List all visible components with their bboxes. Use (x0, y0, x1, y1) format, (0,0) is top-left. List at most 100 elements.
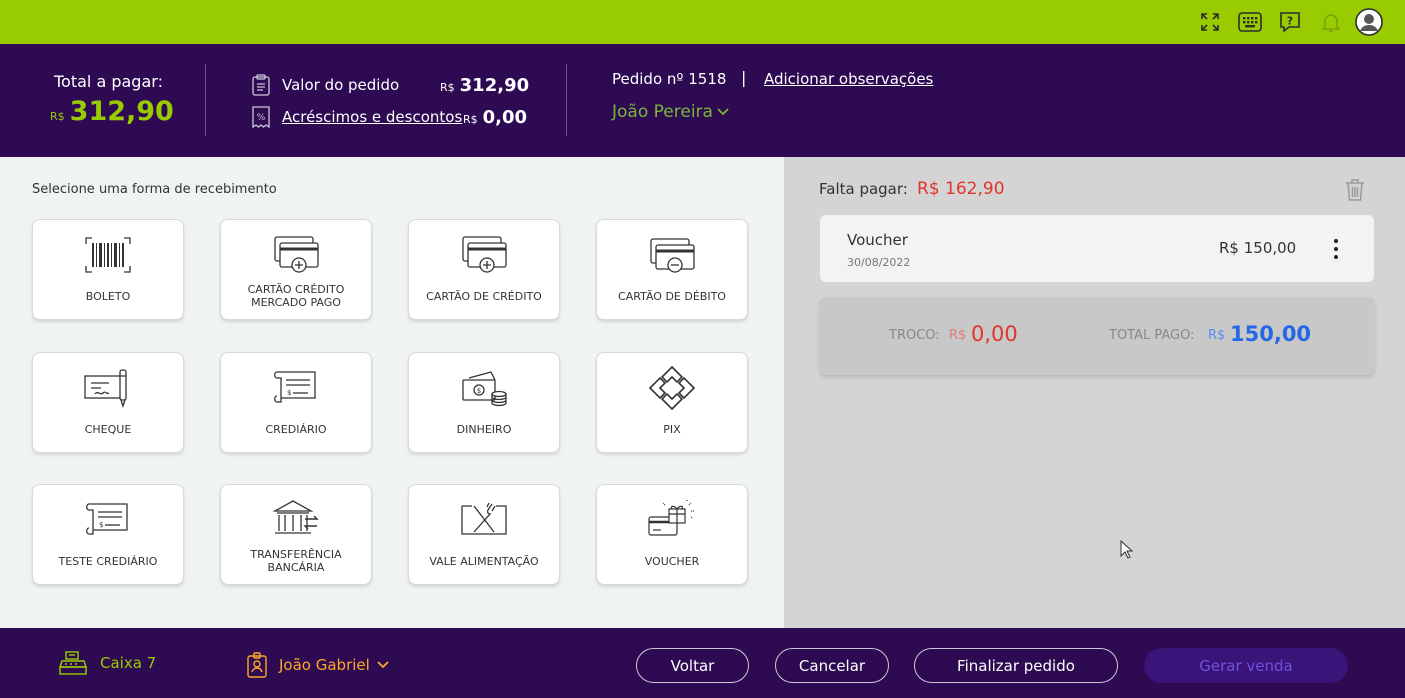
svg-text:$: $ (99, 521, 103, 529)
chevron-down-icon (717, 108, 729, 116)
payment-entry-date: 30/08/2022 (847, 256, 911, 269)
valor-pedido-value: R$ 312,90 (440, 75, 529, 96)
crediario-scroll-icon: $ (33, 497, 183, 543)
payment-method-label: CARTÃO DE CRÉDITO (426, 289, 542, 303)
chevron-down-icon (377, 661, 389, 669)
payment-method-pix[interactable]: PIX (596, 352, 748, 453)
finish-order-button[interactable]: Finalizar pedido (914, 648, 1118, 683)
payment-methods-panel: Selecione uma forma de recebimento BOLET… (0, 157, 784, 628)
valor-pedido-label: Valor do pedido (282, 76, 400, 94)
payment-method-label: CARTÃO DE DÉBITO (618, 289, 726, 303)
crediario-scroll-icon: $ (221, 365, 371, 411)
payment-method-cartao-de-debito[interactable]: CARTÃO DE DÉBITO (596, 219, 748, 320)
payment-entry-value: R$ 150,00 (1219, 239, 1297, 257)
operator-selector[interactable]: João Gabriel (247, 652, 389, 678)
client-name: João Pereira (612, 102, 713, 122)
total-paid-label: TOTAL PAGO: (1109, 328, 1195, 343)
total-label: Total a pagar: (54, 72, 163, 91)
remaining-label: Falta pagar: (819, 180, 908, 198)
acrescimos-currency: R$ (463, 113, 478, 126)
cash-coins-icon: $ (409, 365, 559, 411)
payment-entry-name: Voucher (847, 231, 908, 249)
kebab-menu-icon[interactable] (1332, 239, 1340, 259)
mouse-cursor-icon (1120, 539, 1134, 564)
acrescimos-descontos-link[interactable]: Acréscimos e descontos (282, 108, 462, 126)
valor-pedido-currency: R$ (440, 81, 455, 94)
remaining-value: R$ 162,90 (917, 179, 1005, 199)
payment-method-label: PIX (663, 422, 681, 436)
payment-methods-title: Selecione uma forma de recebimento (32, 182, 277, 197)
client-selector[interactable]: João Pereira (612, 102, 729, 122)
voucher-gift-icon (597, 497, 747, 543)
keypad-icon[interactable] (1238, 10, 1262, 34)
barcode-icon (33, 232, 183, 278)
credit-card-plus-icon (221, 232, 371, 278)
cancel-button[interactable]: Cancelar (775, 648, 889, 683)
total-paid-value: 150,00 (1230, 322, 1312, 346)
payment-method-voucher[interactable]: VOUCHER (596, 484, 748, 585)
total-currency: R$ (50, 110, 65, 123)
acrescimos-amount: 0,00 (482, 107, 528, 128)
valor-pedido-row: Valor do pedido (252, 74, 399, 96)
svg-text:$: $ (477, 387, 481, 395)
payment-method-vale-alimentacao[interactable]: VALE ALIMENTAÇÃO (408, 484, 560, 585)
payment-method-label: VALE ALIMENTAÇÃO (429, 554, 539, 568)
payment-summary-panel: Falta pagar: R$ 162,90 Voucher 30/08/202… (784, 157, 1405, 628)
change-currency: R$ (949, 328, 967, 343)
payment-method-label: VOUCHER (644, 554, 700, 568)
fullscreen-icon[interactable] (1198, 10, 1222, 34)
payment-method-label: CARTÃO CRÉDITO MERCADO PAGO (247, 283, 345, 309)
cash-register-icon (58, 650, 88, 676)
operator-name: João Gabriel (279, 656, 370, 674)
payment-method-teste-crediario[interactable]: $ TESTE CREDIÁRIO (32, 484, 184, 585)
payment-method-transferencia-bancaria[interactable]: TRANSFERÊNCIA BANCÁRIA (220, 484, 372, 585)
top-bar: ? (0, 0, 1405, 44)
payment-method-label: TRANSFERÊNCIA BANCÁRIA (250, 548, 342, 574)
bell-icon[interactable] (1319, 10, 1343, 34)
payment-method-label: CREDIÁRIO (265, 422, 327, 436)
svg-text:%: % (257, 113, 266, 123)
separator: | (741, 68, 747, 87)
id-badge-icon (247, 652, 267, 678)
payment-entry[interactable]: Voucher 30/08/2022 R$ 150,00 (820, 215, 1374, 282)
percent-ticket-icon: % (252, 106, 272, 128)
svg-text:?: ? (1287, 15, 1293, 28)
total-value: R$ 312,90 (50, 96, 174, 127)
divider (205, 64, 206, 136)
user-avatar-icon[interactable] (1355, 8, 1383, 36)
divider (566, 64, 567, 136)
payment-method-label: BOLETO (85, 289, 131, 303)
total-amount: 312,90 (69, 96, 174, 127)
cash-register-indicator: Caixa 7 (58, 650, 156, 676)
help-icon[interactable]: ? (1278, 10, 1302, 34)
order-number: Pedido nº 1518 (612, 70, 727, 88)
payment-totals: TROCO: R$ 0,00 TOTAL PAGO: R$ 150,00 (820, 297, 1374, 375)
pix-icon (597, 365, 747, 411)
svg-text:$: $ (287, 389, 291, 397)
debit-card-minus-icon (597, 232, 747, 278)
cheque-pen-icon (33, 365, 183, 411)
payment-method-dinheiro[interactable]: $ DINHEIRO (408, 352, 560, 453)
generate-sale-button[interactable]: Gerar venda (1144, 648, 1348, 683)
payment-method-crediario[interactable]: $ CREDIÁRIO (220, 352, 372, 453)
change-value: 0,00 (971, 322, 1018, 346)
payment-method-label: DINHEIRO (456, 422, 512, 436)
trash-icon[interactable] (1345, 178, 1365, 206)
payment-method-cartao-credito-mercado-pago[interactable]: CARTÃO CRÉDITO MERCADO PAGO (220, 219, 372, 320)
bank-transfer-icon (221, 497, 371, 543)
footer-bar: Caixa 7 João Gabriel Voltar Cancelar Fin… (0, 628, 1405, 698)
credit-card-plus-icon (409, 232, 559, 278)
payment-method-label: TESTE CREDIÁRIO (58, 554, 158, 568)
payment-method-boleto[interactable]: BOLETO (32, 219, 184, 320)
back-button[interactable]: Voltar (636, 648, 749, 683)
change-label: TROCO: (889, 328, 940, 343)
fork-knife-icon (409, 497, 559, 543)
acrescimos-row: % Acréscimos e descontos (252, 106, 462, 128)
valor-pedido-amount: 312,90 (459, 75, 530, 96)
payment-method-cartao-de-credito[interactable]: CARTÃO DE CRÉDITO (408, 219, 560, 320)
clipboard-icon (252, 74, 272, 96)
payment-method-label: CHEQUE (84, 422, 132, 436)
add-observations-link[interactable]: Adicionar observações (764, 70, 933, 88)
acrescimos-value: R$ 0,00 (463, 107, 527, 128)
payment-method-cheque[interactable]: CHEQUE (32, 352, 184, 453)
